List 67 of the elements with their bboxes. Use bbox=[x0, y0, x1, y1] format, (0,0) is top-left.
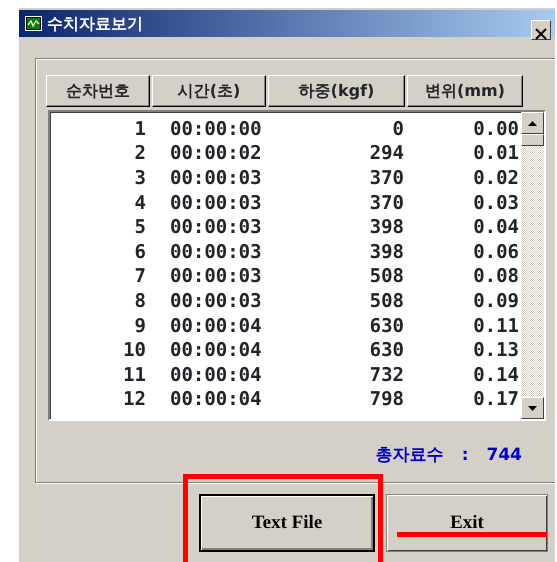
table-cell-text: 0.13 bbox=[472, 341, 519, 360]
column-header[interactable]: 순차번호 bbox=[46, 75, 150, 107]
table-cell-text: 0.02 bbox=[472, 168, 519, 188]
exit-button[interactable]: Exit bbox=[386, 494, 548, 552]
table-cell-text: 370 bbox=[368, 168, 404, 188]
scroll-down-button[interactable] bbox=[521, 397, 544, 419]
close-icon bbox=[535, 28, 547, 40]
table-cell-text: 00:00:02 bbox=[169, 144, 263, 164]
down-arrow-icon bbox=[528, 406, 537, 410]
table-cell-text: 630 bbox=[368, 316, 404, 336]
table-cell-text: 00:00:04 bbox=[169, 341, 263, 360]
table-cell-text: 0 bbox=[392, 120, 404, 139]
up-arrow-icon bbox=[528, 120, 537, 126]
table-cell-text: 398 bbox=[368, 242, 404, 262]
table-cell-text: 00:00:03 bbox=[169, 267, 263, 286]
table-cell-text: 0.17 bbox=[472, 390, 519, 410]
table-cell-text: 0.14 bbox=[472, 366, 519, 385]
table-cell-text: 798 bbox=[368, 390, 404, 410]
table-cell-text: 3 bbox=[134, 168, 146, 188]
table-cell-text: 2 bbox=[134, 144, 146, 164]
app-icon bbox=[25, 16, 42, 31]
table-cell-text: 4 bbox=[134, 194, 146, 213]
total-value: 744 bbox=[486, 444, 522, 467]
table-cell-text: 12 bbox=[122, 390, 146, 410]
table-cell-text: 0.09 bbox=[472, 292, 519, 311]
table-cell-text: 00:00:04 bbox=[169, 316, 263, 336]
column-header[interactable]: 시간(초) bbox=[152, 75, 266, 107]
table-cell-text: 11 bbox=[122, 366, 146, 385]
table-cell-text: 732 bbox=[368, 366, 404, 385]
table-cell-text: 00:00:04 bbox=[169, 366, 263, 385]
table-cell-text: 00:00:03 bbox=[169, 218, 263, 238]
table-cell-text: 00:00:03 bbox=[169, 194, 263, 213]
separator: : bbox=[462, 444, 468, 467]
scroll-thumb[interactable] bbox=[521, 134, 544, 146]
table-cell-text: 0.08 bbox=[472, 267, 519, 286]
table-cell-text: 00:00:00 bbox=[169, 120, 263, 139]
column-header[interactable]: 하중(kgf) bbox=[268, 75, 405, 107]
table-cell-text: 9 bbox=[134, 316, 146, 336]
table-cell-text: 6 bbox=[134, 242, 146, 262]
table-cell-text: 8 bbox=[134, 292, 146, 311]
table-cell-text: 630 bbox=[368, 341, 404, 360]
scrollbar[interactable] bbox=[521, 112, 544, 419]
window-title: 수치자료보기 bbox=[47, 12, 143, 34]
table-cell-text: 0.03 bbox=[472, 194, 519, 213]
table-cell-text: 00:00:03 bbox=[169, 168, 263, 188]
table-cell-text: 0.11 bbox=[472, 316, 519, 336]
table-cell-text: 00:00:03 bbox=[169, 242, 263, 262]
scroll-up-button[interactable] bbox=[521, 112, 544, 134]
table-cell-text: 7 bbox=[134, 267, 146, 286]
table-cell-text: 0.00 bbox=[472, 120, 519, 139]
table-cell-text: 00:00:03 bbox=[169, 292, 263, 311]
close-button[interactable] bbox=[531, 20, 551, 40]
total-label: 총자료수 bbox=[376, 444, 444, 467]
table-cell-text: 1 bbox=[134, 120, 146, 139]
table-cell-text: 398 bbox=[368, 218, 404, 238]
table-cell-text: 0.01 bbox=[472, 144, 519, 164]
table-cell-text: 370 bbox=[368, 194, 404, 213]
table-cell-text: 508 bbox=[368, 292, 404, 311]
table-cell-text: 10 bbox=[122, 341, 146, 360]
table-cell-text: 508 bbox=[368, 267, 404, 286]
table-cell-text: 00:00:04 bbox=[169, 390, 263, 410]
table-cell-text: 5 bbox=[134, 218, 146, 238]
table-cell-text: 0.04 bbox=[472, 218, 519, 238]
table-cell-text: 294 bbox=[368, 144, 404, 164]
table-cell-text: 0.06 bbox=[472, 242, 519, 262]
text-file-button[interactable]: Text File bbox=[199, 494, 375, 552]
column-header[interactable]: 변위(mm) bbox=[407, 75, 523, 107]
